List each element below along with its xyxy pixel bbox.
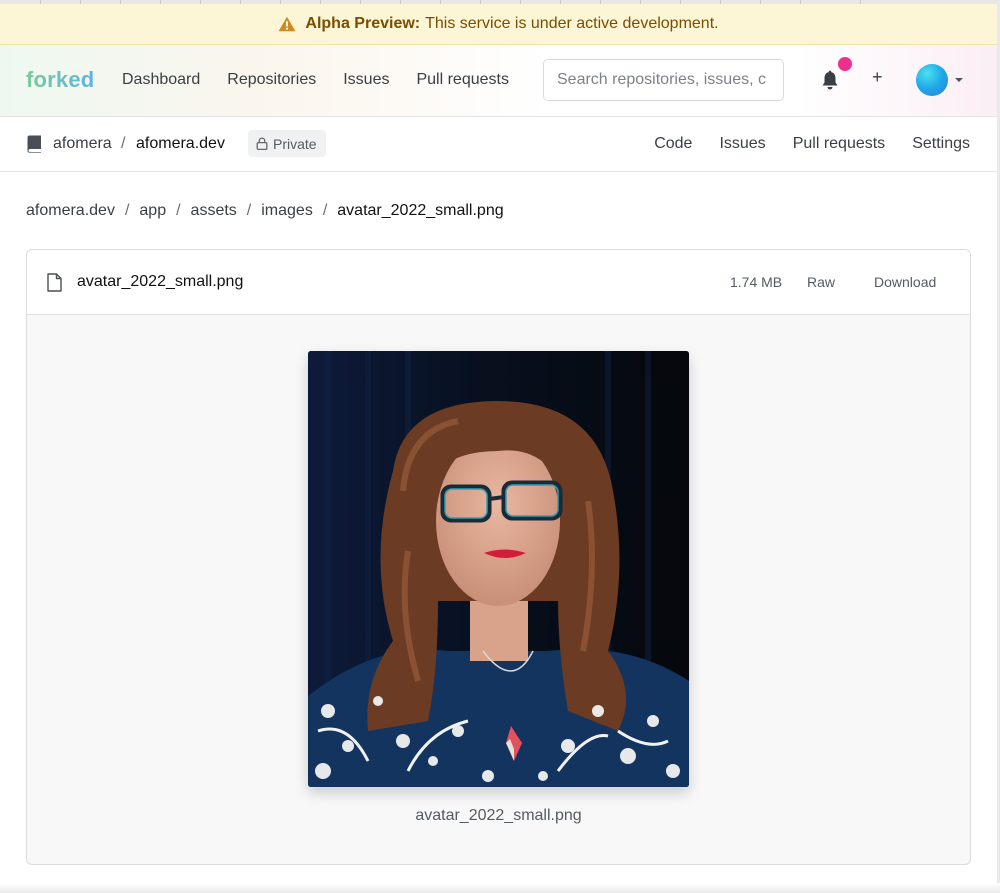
tab-code[interactable]: Code (654, 135, 692, 153)
download-button[interactable]: Download (874, 274, 936, 290)
raw-button[interactable]: Raw (807, 274, 835, 290)
image-caption: avatar_2022_small.png (415, 807, 582, 824)
warning-icon (279, 16, 296, 32)
tab-issues[interactable]: Issues (719, 135, 765, 153)
file-viewer: avatar_2022_small.png 1.74 MB Raw Downlo… (26, 249, 971, 865)
portrait-photo (308, 351, 689, 787)
nav-dashboard[interactable]: Dashboard (122, 71, 200, 89)
breadcrumb-current-file: avatar_2022_small.png (337, 202, 504, 219)
repo-name-link[interactable]: afomera.dev (136, 135, 225, 153)
lock-icon (256, 137, 268, 150)
breadcrumb-item-app[interactable]: app (139, 202, 166, 220)
nav-repositories[interactable]: Repositories (227, 71, 316, 89)
breadcrumb-item-repo[interactable]: afomera.dev (26, 202, 115, 220)
breadcrumb-separator: / (124, 202, 130, 219)
breadcrumb: afomera.dev / app / assets / images / av… (26, 202, 504, 220)
banner-message: This service is under active development… (425, 15, 719, 32)
image-preview (308, 351, 689, 787)
window-bottom-edge (0, 883, 1000, 893)
repo-separator: / (121, 135, 126, 152)
top-navigation-bar: forked Dashboard Repositories Issues Pul… (0, 45, 997, 117)
alpha-preview-banner: Alpha Preview: This service is under act… (0, 4, 997, 45)
bell-icon[interactable] (820, 70, 840, 92)
search-input[interactable] (543, 59, 784, 101)
tab-pull-requests[interactable]: Pull requests (793, 135, 886, 153)
breadcrumb-separator: / (246, 202, 252, 219)
main-nav: Dashboard Repositories Issues Pull reque… (122, 71, 509, 89)
repo-owner-link[interactable]: afomera (53, 135, 112, 153)
breadcrumb-item-assets[interactable]: assets (191, 202, 237, 220)
private-badge: Private (248, 130, 326, 157)
repo-book-icon (27, 135, 41, 153)
file-icon (47, 273, 62, 292)
forked-logo[interactable]: forked (26, 67, 94, 93)
user-avatar[interactable] (916, 64, 948, 96)
nav-pull-requests[interactable]: Pull requests (416, 71, 509, 89)
repository-bar: afomera / afomera.dev Private Code Issue… (0, 117, 997, 172)
file-header: avatar_2022_small.png 1.74 MB Raw Downlo… (27, 250, 970, 315)
file-name: avatar_2022_small.png (77, 273, 244, 290)
chevron-down-icon[interactable] (955, 78, 963, 82)
banner-label: Alpha Preview: (305, 15, 421, 32)
breadcrumb-item-images[interactable]: images (261, 202, 313, 220)
breadcrumb-separator: / (176, 202, 181, 219)
nav-issues[interactable]: Issues (343, 71, 389, 89)
notification-badge (838, 57, 852, 71)
create-new-button[interactable]: + (872, 67, 883, 88)
file-size: 1.74 MB (730, 274, 783, 290)
repo-tabs: Code Issues Pull requests Settings (654, 135, 970, 153)
breadcrumb-separator: / (322, 202, 328, 219)
private-label: Private (273, 135, 317, 152)
tab-settings[interactable]: Settings (912, 135, 970, 153)
